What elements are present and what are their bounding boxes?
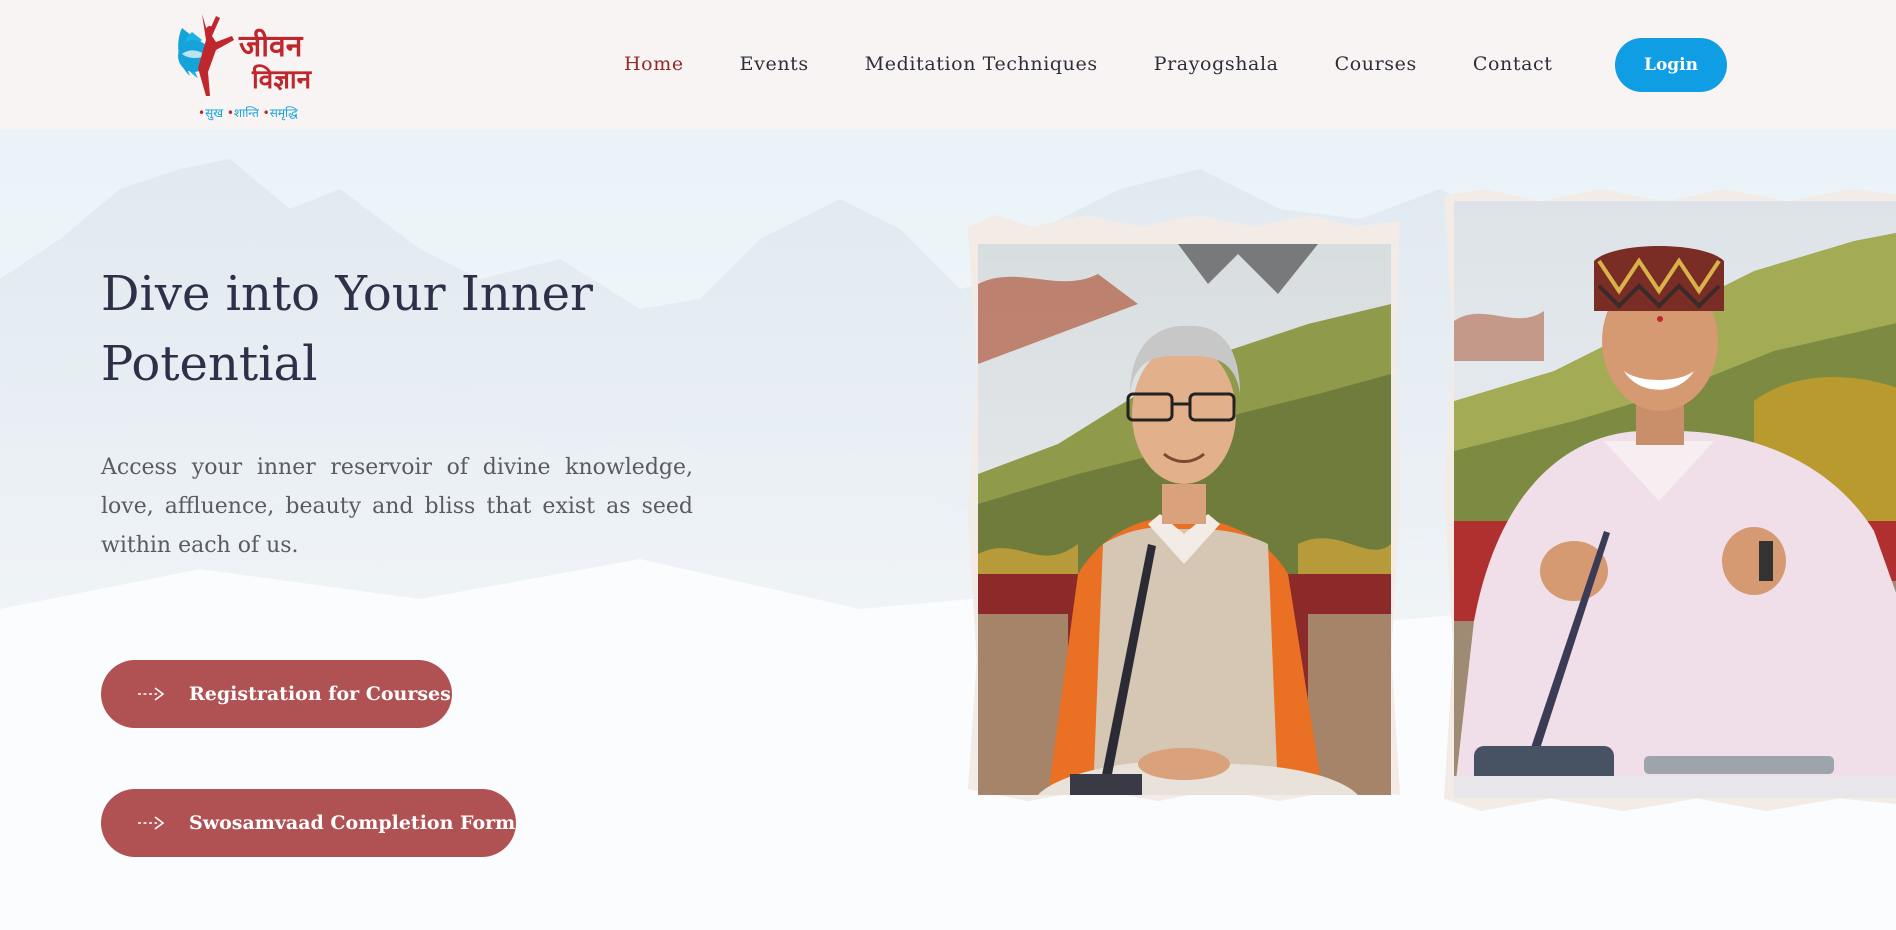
hero-section: Dive into Your Inner Potential Access yo… <box>0 129 1896 930</box>
speaker-photo-2 <box>1454 201 1896 798</box>
tagline-dot: • <box>226 106 234 120</box>
speaker-photo-1 <box>978 244 1391 795</box>
photo-card-2 <box>1444 189 1896 811</box>
main-nav: Home Events Meditation Techniques Prayog… <box>624 50 1552 78</box>
photo-card-1 <box>968 215 1400 801</box>
nav-contact[interactable]: Contact <box>1473 53 1553 75</box>
swosamvaad-completion-form-button[interactable]: Swosamvaad Completion Form <box>101 789 516 857</box>
nav-meditation-techniques[interactable]: Meditation Techniques <box>865 53 1098 75</box>
login-button[interactable]: Login <box>1615 38 1727 92</box>
site-header: जीवन विज्ञान •सुख •शान्ति •समृद्धि Home … <box>0 0 1896 129</box>
tagline-word: शान्ति <box>233 106 259 120</box>
hero-title-line-2: Potential <box>101 336 318 392</box>
nav-events[interactable]: Events <box>740 53 809 75</box>
logo-word-jeevan: जीवन <box>239 29 303 64</box>
registration-for-courses-label: Registration for Courses <box>189 683 451 705</box>
logo-figure-icon <box>178 14 234 96</box>
nav-courses[interactable]: Courses <box>1335 53 1417 75</box>
hero-title: Dive into Your Inner Potential <box>101 259 701 399</box>
nav-prayogshala[interactable]: Prayogshala <box>1154 53 1279 75</box>
tagline-word: समृद्धि <box>269 106 298 120</box>
nav-home[interactable]: Home <box>624 53 684 75</box>
tagline-dot: • <box>262 106 270 120</box>
swosamvaad-completion-form-label: Swosamvaad Completion Form <box>189 812 516 834</box>
registration-for-courses-button[interactable]: Registration for Courses <box>101 660 452 728</box>
site-logo[interactable]: जीवन विज्ञान •सुख •शान्ति •समृद्धि <box>172 8 342 122</box>
dashed-arrow-icon <box>138 816 165 830</box>
hero-title-line-1: Dive into Your Inner <box>101 266 593 322</box>
dashed-arrow-icon <box>138 687 165 701</box>
logo-tagline: •सुख •शान्ति •समृद्धि <box>198 104 298 121</box>
logo-word-vigyan: विज्ञान <box>252 65 312 95</box>
tagline-word: सुख <box>205 106 224 120</box>
hero-description: Access your inner reservoir of divine kn… <box>101 455 693 558</box>
